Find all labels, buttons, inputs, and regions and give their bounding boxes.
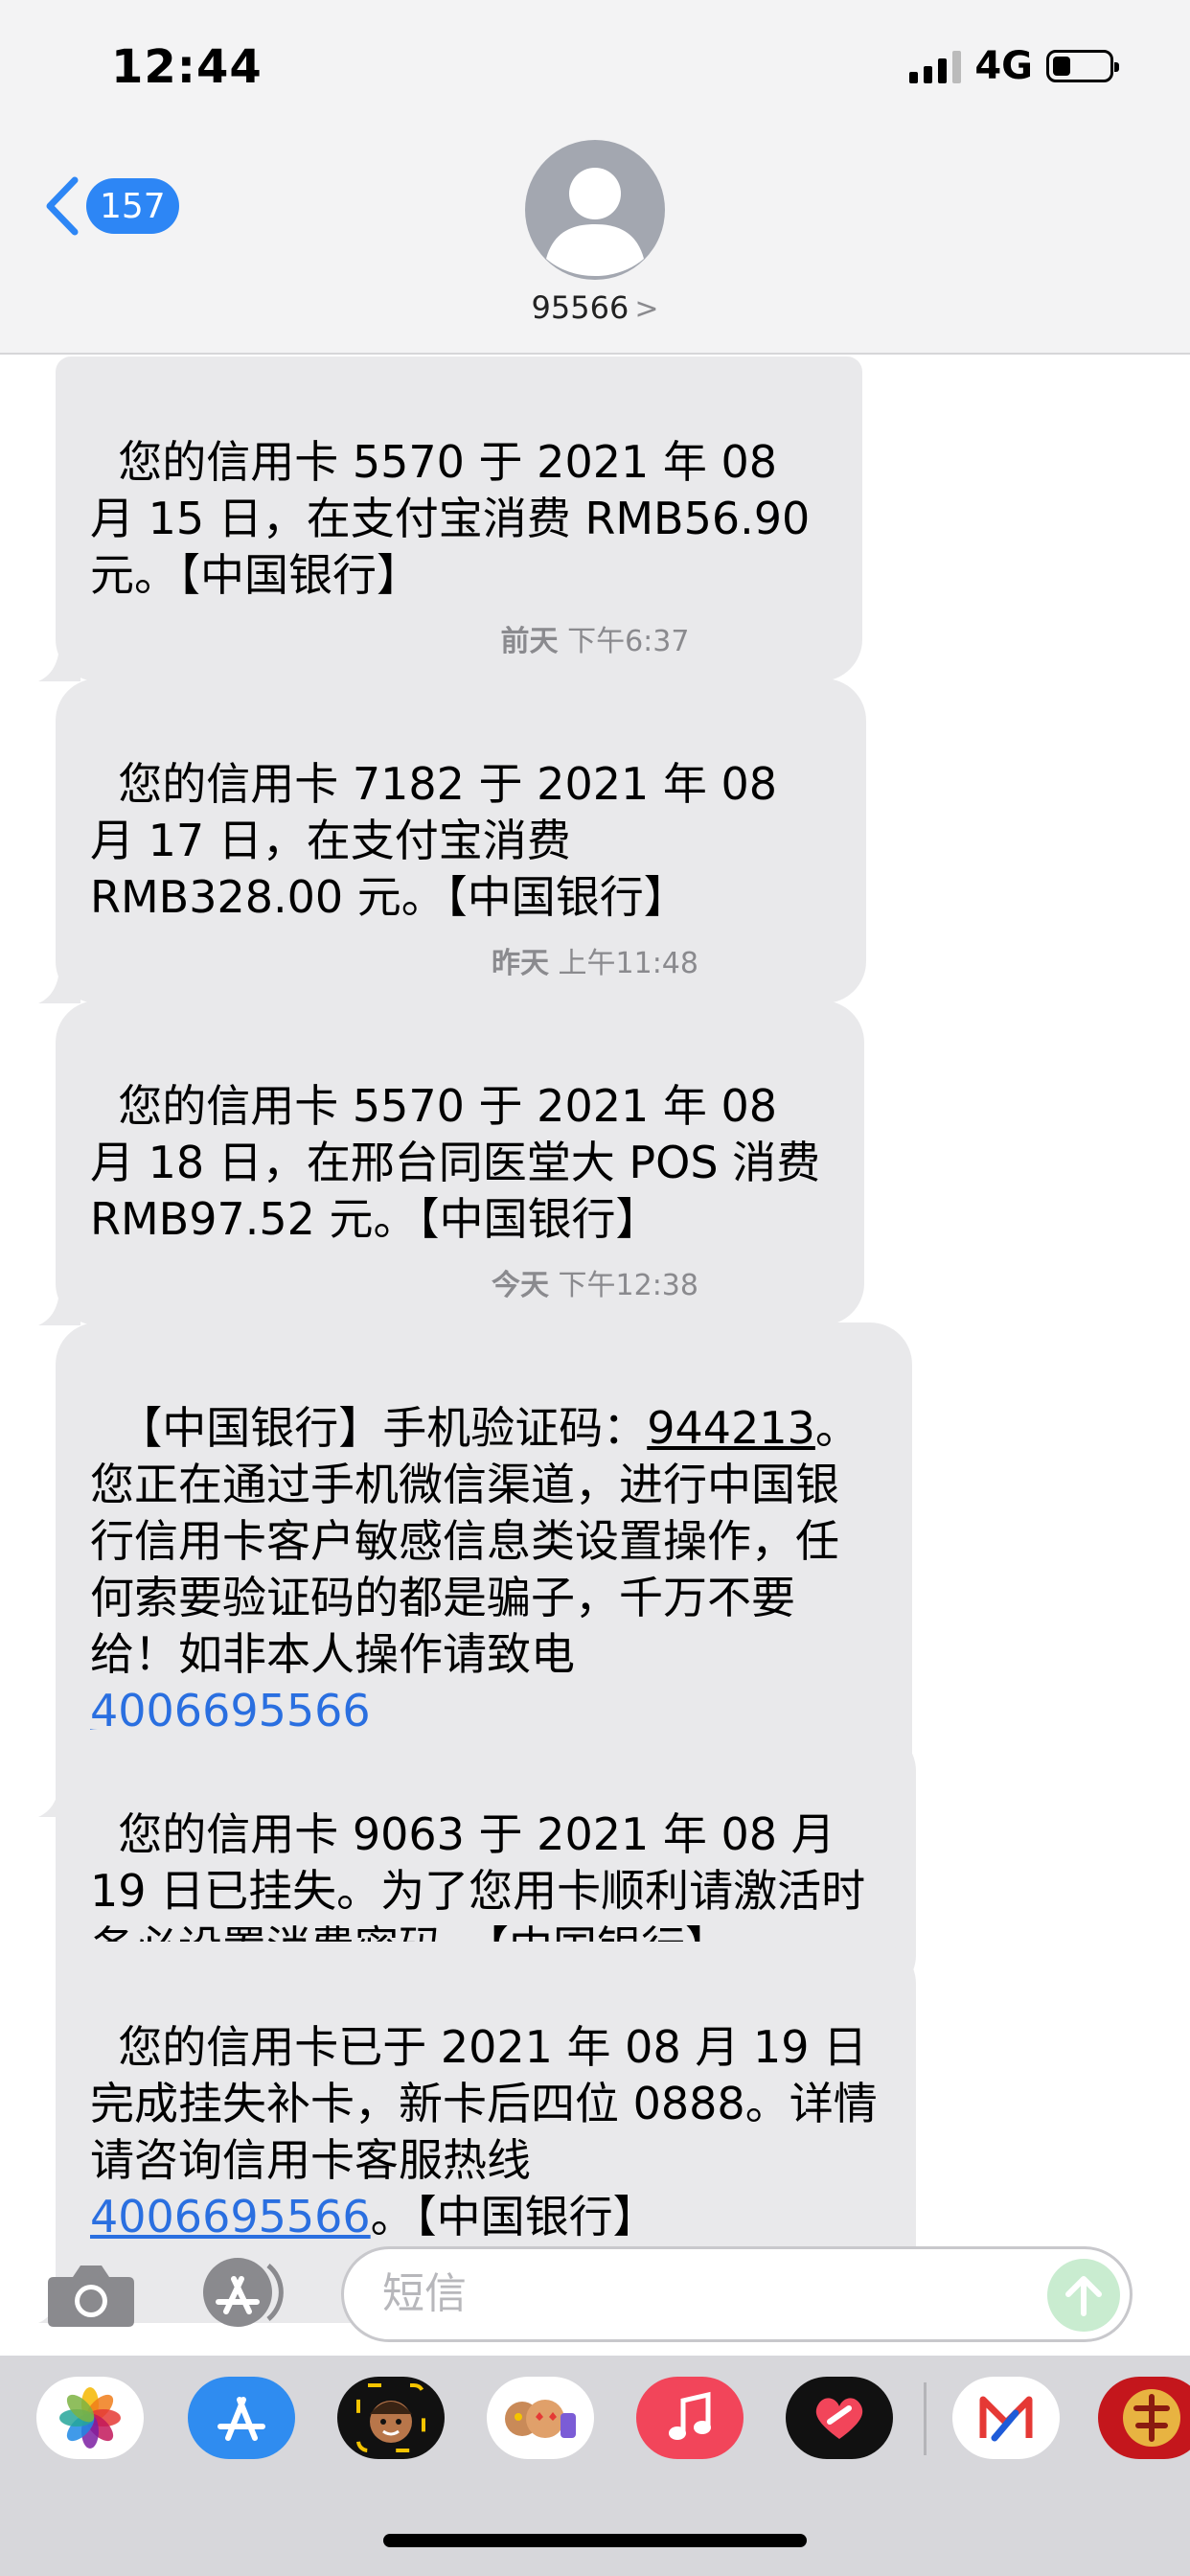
contact-name[interactable]: 95566 > [0,289,1190,326]
message-text: 您的信用卡 5570 于 2021 年 08 月 18 日，在邢台同医堂大 PO… [90,1080,835,1245]
game-app-icon[interactable] [1098,2377,1190,2459]
apps-button[interactable] [194,2256,289,2329]
app-drawer [0,2356,1190,2576]
timestamp-day: 昨天 [491,947,549,980]
timestamp-day: 前天 [500,625,559,658]
music-note-icon [669,2391,711,2440]
message-input[interactable] [380,2268,978,2319]
timestamp-day: 今天 [491,1269,549,1302]
photos-app-icon[interactable] [36,2377,144,2459]
heart-app-icon[interactable] [786,2377,893,2459]
camera-icon [48,2266,134,2327]
chevron-left-icon [46,176,79,236]
arrow-up-icon [1065,2276,1102,2316]
send-button[interactable] [1047,2259,1120,2332]
animoji-stickers-icon [505,2400,576,2438]
app-store-icon [203,2258,284,2327]
memoji-app-icon[interactable] [337,2377,445,2459]
timestamp: 前天 下午6:37 [0,617,1190,659]
home-indicator[interactable] [383,2534,807,2547]
timestamp-time: 上午11:48 [558,947,698,980]
signal-icon [909,49,962,83]
chevron-right-icon: > [634,292,659,326]
message-input-field[interactable] [341,2246,1133,2342]
timestamp-time: 下午6:37 [567,625,690,658]
animoji-app-icon[interactable] [487,2377,594,2459]
status-indicators: 4G [909,44,1119,88]
contact-number: 95566 [531,289,629,326]
drawer-divider [924,2382,927,2455]
timestamp-time: 下午12:38 [558,1269,698,1302]
network-type: 4G [974,44,1033,88]
timestamp: 昨天 上午11:48 [0,939,1190,981]
timestamp: 今天 下午12:38 [0,1261,1190,1303]
bank-app-icon[interactable] [952,2377,1060,2459]
game-icon [1123,2389,1180,2447]
back-button[interactable]: 157 [42,176,179,236]
camera-button[interactable] [46,2262,136,2333]
music-app-icon[interactable] [636,2377,744,2459]
app-store-glyph-icon [217,2397,265,2441]
message-text-prefix: 您的信用卡已于 2021 年 08 月 19 日完成挂失补卡，新卡后四位 088… [90,2021,878,2186]
contact-avatar[interactable] [525,140,665,280]
message-text: 您的信用卡 5570 于 2021 年 08 月 15 日，在支付宝消费 RMB… [90,436,824,601]
compose-bar [0,2233,1190,2358]
conversation-header: 12:44 4G 157 95566 > [0,0,1190,355]
photos-icon [59,2387,121,2449]
app-store-app-icon[interactable] [188,2377,295,2459]
bank-logo-icon [979,2396,1033,2442]
memoji-face-icon [356,2383,425,2452]
unread-badge: 157 [86,178,179,234]
person-icon [546,168,644,276]
status-time: 12:44 [111,40,263,94]
verification-code[interactable]: 944213 [647,1402,815,1454]
battery-icon [1046,50,1119,82]
message-text: 您的信用卡 7182 于 2021 年 08 月 17 日，在支付宝消费 RMB… [90,758,791,923]
message-text-prefix: 【中国银行】手机验证码： [118,1402,648,1454]
heart-icon [815,2398,863,2439]
